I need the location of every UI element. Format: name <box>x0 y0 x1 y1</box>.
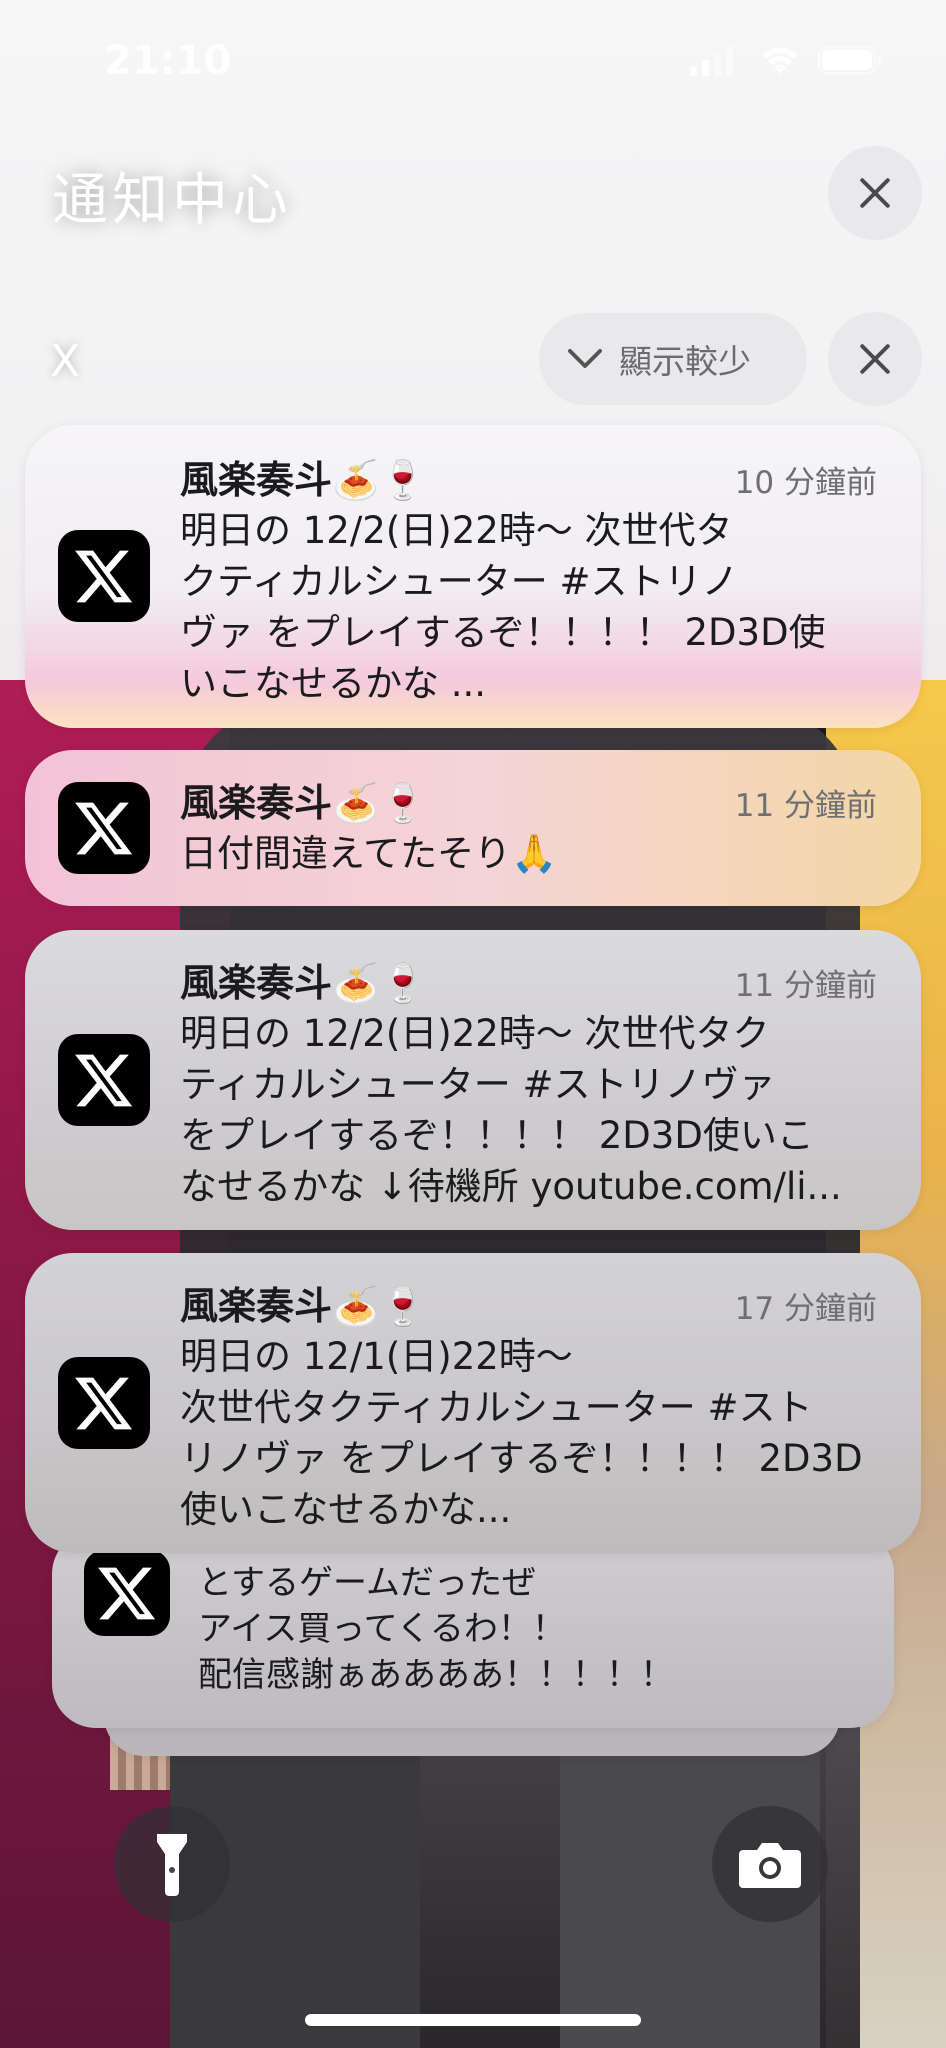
notification-line: をプレイするぞ！！！！ 2D3D使いこ <box>180 1114 814 1157</box>
flashlight-icon <box>157 1834 187 1896</box>
group-app-name: X <box>50 336 81 387</box>
x-logo-icon <box>58 530 150 622</box>
notification-line: とするゲームだったぜ <box>198 1563 536 1603</box>
clear-group-button[interactable] <box>828 312 922 406</box>
notification-sender: 風楽奏斗🍝🍷 <box>180 961 427 1005</box>
close-icon <box>858 342 892 376</box>
notification-center-title: 通知中心 <box>52 168 292 233</box>
status-time: 21:10 <box>104 38 232 84</box>
home-indicator[interactable] <box>305 2014 641 2026</box>
flashlight-button[interactable] <box>114 1806 230 1922</box>
chevron-down-icon <box>568 349 602 368</box>
notification-line: 明日の 12/1(日)22時～ <box>180 1335 573 1378</box>
notification-line: リノヴァ をプレイするぞ！！！！ 2D3D <box>180 1437 863 1480</box>
notification-time: 10 分鐘前 <box>734 465 877 501</box>
cellular-signal-icon <box>690 46 733 76</box>
notification-time: 11 分鐘前 <box>734 968 877 1004</box>
x-logo-icon <box>58 1357 150 1449</box>
notification-line: ティカルシューター #ストリノヴァ <box>180 1063 776 1106</box>
notification-card[interactable]: 風楽奏斗🍝🍷 17 分鐘前 明日の 12/1(日)22時～ 次世代タクティカルシ… <box>25 1253 921 1553</box>
notification-sender: 風楽奏斗🍝🍷 <box>180 458 427 502</box>
notification-line: なせるかな ↓待機所 youtube.com/li... <box>180 1165 842 1208</box>
notification-sender: 風楽奏斗🍝🍷 <box>180 781 427 825</box>
notification-card[interactable]: とするゲームだったぜ アイス買ってくるわ！！ 配信感謝ぁああああ！！！！！ <box>52 1530 894 1728</box>
wifi-icon <box>762 47 798 74</box>
x-logo-icon <box>58 782 150 874</box>
notification-line: 使いこなせるかな... <box>180 1488 512 1531</box>
camera-icon <box>739 1843 801 1888</box>
notification-time: 17 分鐘前 <box>734 1291 877 1327</box>
notification-card[interactable]: 風楽奏斗🍝🍷 11 分鐘前 日付間違えてたそり🙏 <box>25 750 921 906</box>
camera-button[interactable] <box>712 1806 828 1922</box>
notification-sender: 風楽奏斗🍝🍷 <box>180 1284 427 1328</box>
notification-line: 明日の 12/2(日)22時～ 次世代タク <box>180 1012 770 1055</box>
notification-card[interactable]: 風楽奏斗🍝🍷 11 分鐘前 明日の 12/2(日)22時～ 次世代タク ティカル… <box>25 930 921 1230</box>
show-less-button[interactable]: 顯示較少 <box>539 313 807 405</box>
notification-line: 明日の 12/2(日)22時～ 次世代タ <box>180 509 733 552</box>
notification-time: 11 分鐘前 <box>734 788 877 824</box>
notification-line: 配信感謝ぁああああ！！！！！ <box>198 1655 674 1695</box>
close-icon <box>858 176 892 210</box>
status-bar: 21:10 <box>0 0 946 120</box>
notification-line: アイス買ってくるわ！！ <box>198 1609 566 1649</box>
notification-line: 次世代タクティカルシューター #スト <box>180 1386 813 1429</box>
show-less-label: 顯示較少 <box>619 342 751 381</box>
x-logo-icon <box>58 1034 150 1126</box>
x-logo-icon <box>84 1550 170 1636</box>
notification-line: ヴァ をプレイするぞ！！！！ 2D3D使 <box>180 611 826 654</box>
notification-line: いこなせるかな ... <box>180 662 487 705</box>
battery-icon <box>818 46 881 74</box>
notification-line: 日付間違えてたそり🙏 <box>180 832 558 875</box>
notification-line: クティカルシューター #ストリノ <box>180 560 739 603</box>
close-notification-center-button[interactable] <box>828 146 922 240</box>
notification-card[interactable]: 風楽奏斗🍝🍷 10 分鐘前 明日の 12/2(日)22時～ 次世代タ クティカル… <box>25 425 921 728</box>
